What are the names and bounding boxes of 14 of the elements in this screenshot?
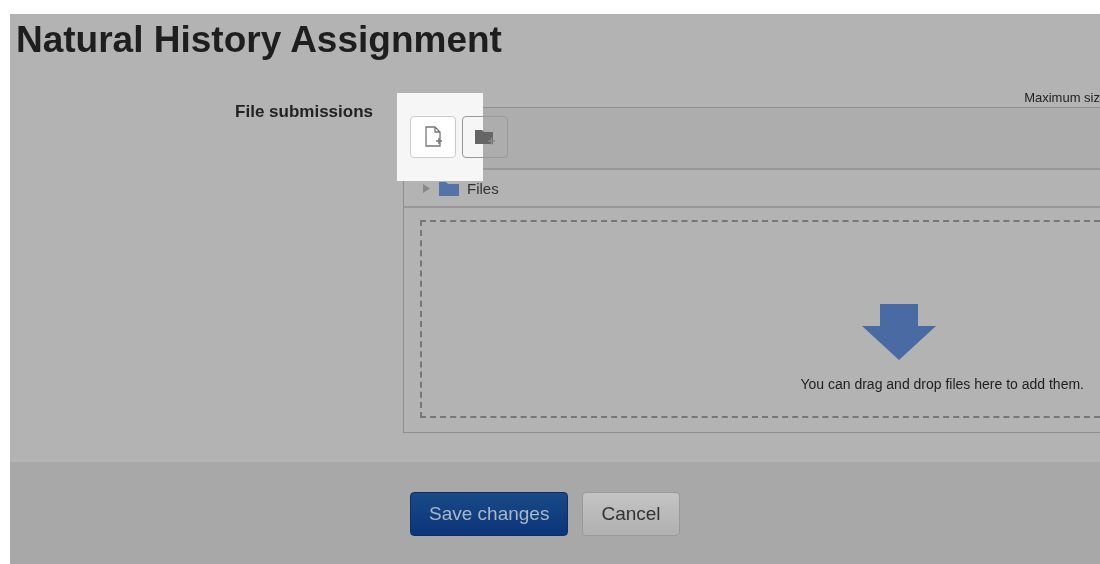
drop-hint: You can drag and drop files here to add them. <box>800 376 1084 392</box>
maximum-size-text: Maximum siz <box>1023 90 1100 107</box>
down-arrow-icon <box>862 304 936 360</box>
folder-label[interactable]: Files <box>467 179 499 197</box>
folder-plus-icon <box>474 128 496 146</box>
field-label: File submissions <box>234 101 373 123</box>
page-title: Natural History Assignment <box>15 18 503 60</box>
add-file-button[interactable] <box>410 116 456 158</box>
create-folder-button[interactable] <box>462 116 508 158</box>
expand-icon[interactable] <box>422 183 431 193</box>
cancel-button[interactable]: Cancel <box>582 492 680 536</box>
save-button[interactable]: Save changes <box>410 492 569 536</box>
drop-zone[interactable]: You can drag and drop files here to add them. <box>420 220 1100 418</box>
add-file-icon <box>423 126 443 148</box>
